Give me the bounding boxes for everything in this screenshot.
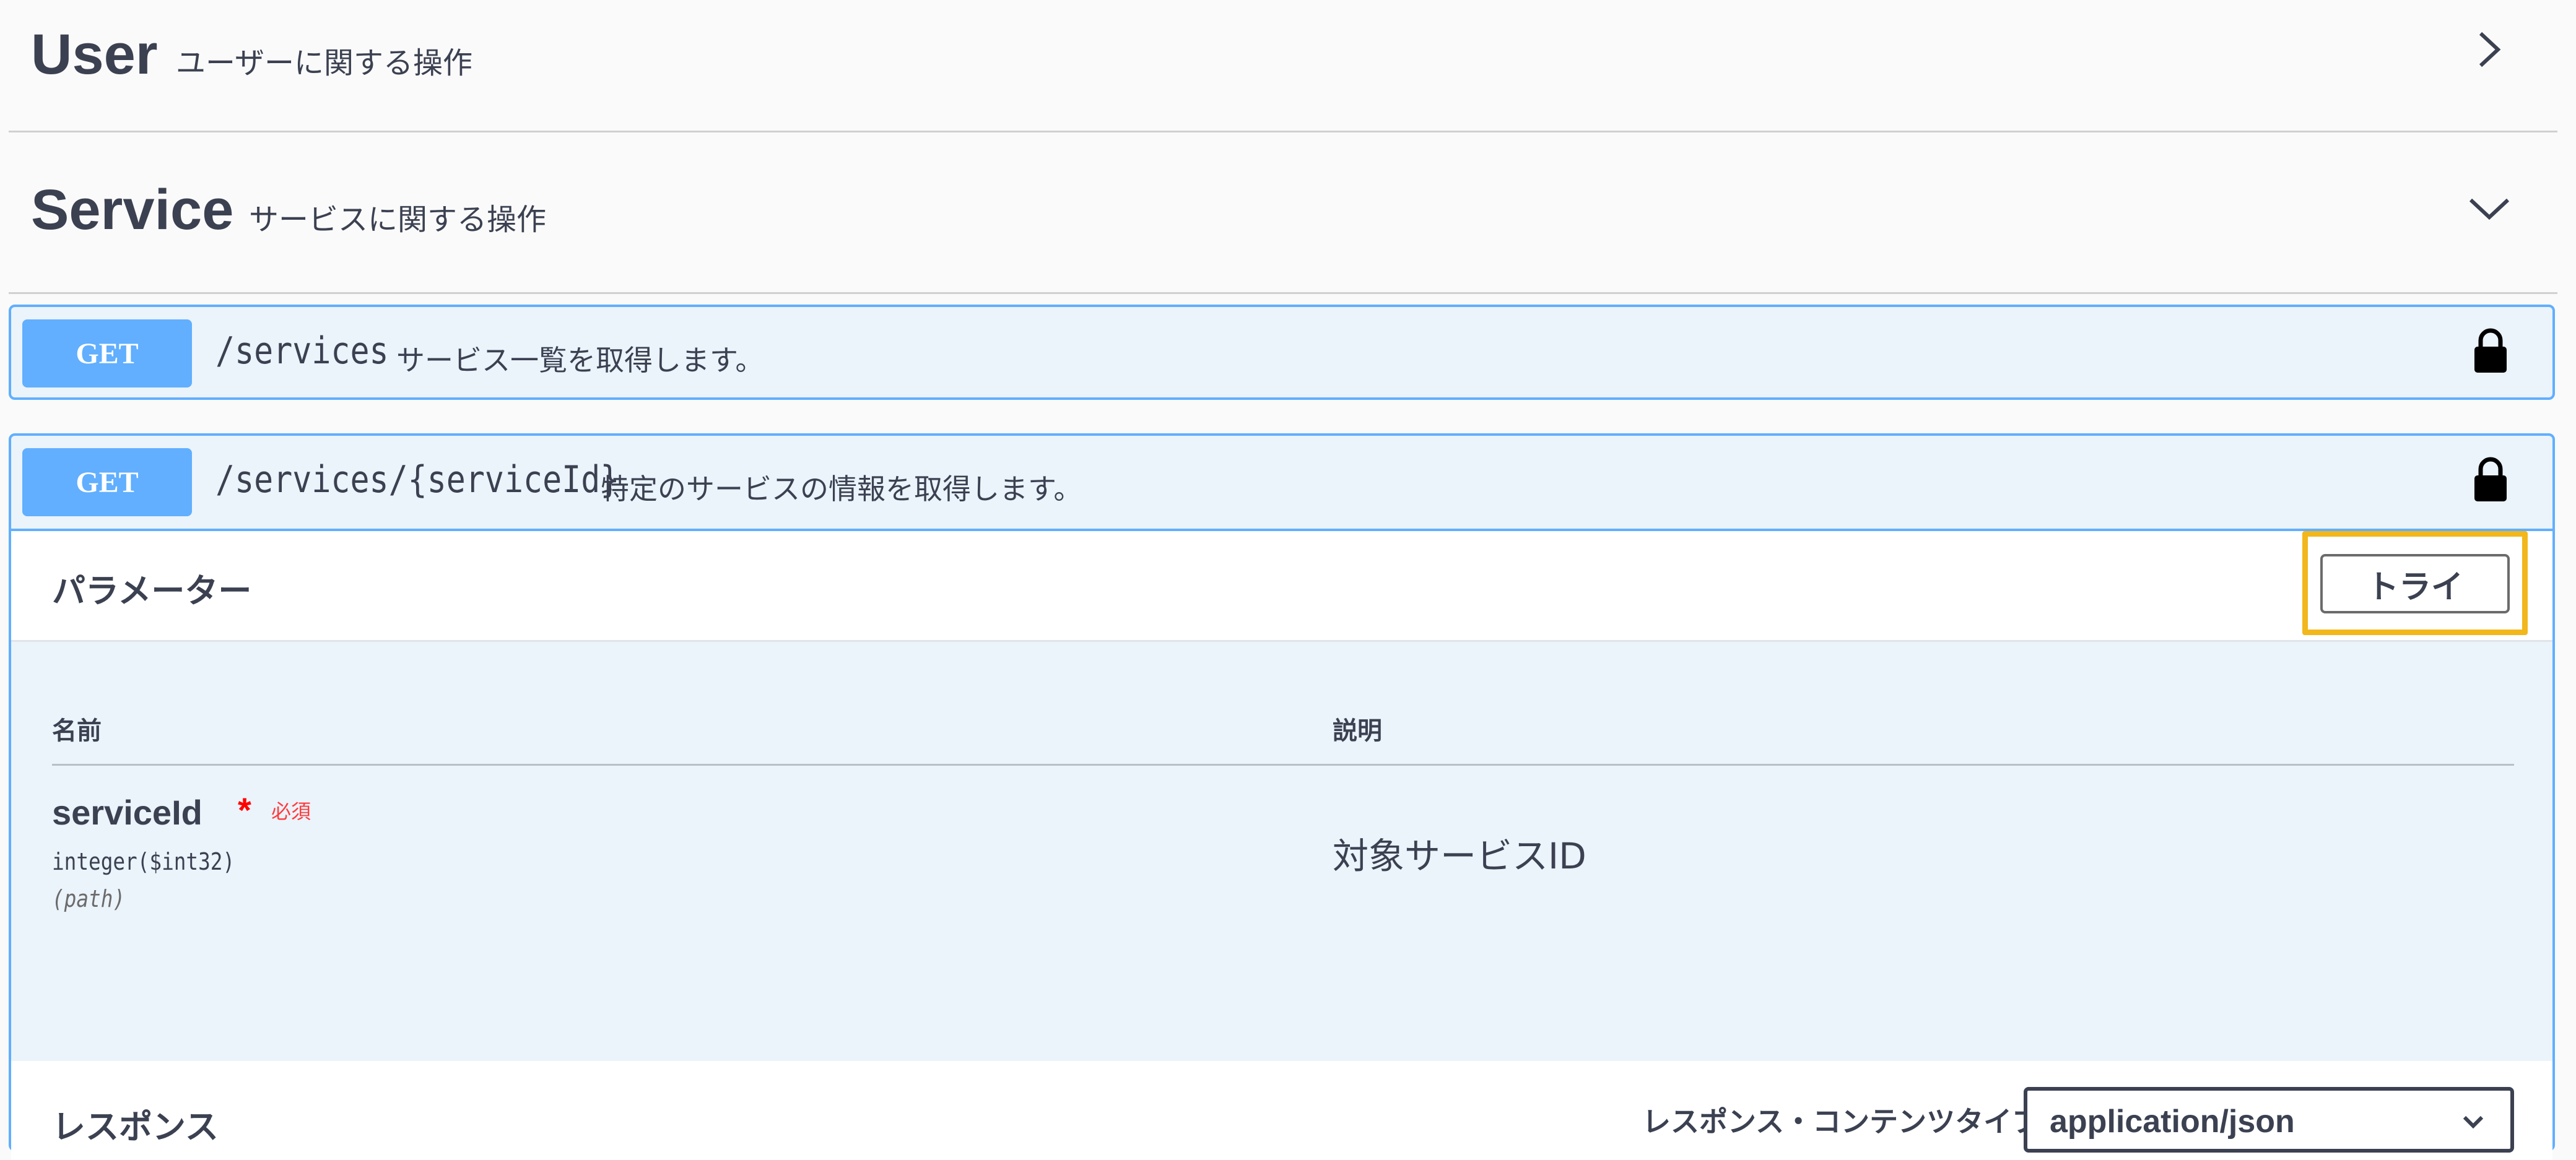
content-type-value: application/json: [2050, 1104, 2295, 1140]
parameter-type: integer($int32): [52, 848, 235, 875]
tag-description-service: サービスに関する操作: [249, 202, 547, 237]
operation-path: /services: [215, 329, 389, 373]
required-label: 必須: [271, 800, 311, 823]
operation-description: サービス一覧を取得します。: [396, 344, 764, 377]
responses-title: レスポンス: [52, 1107, 219, 1146]
lock-icon[interactable]: [2472, 327, 2509, 374]
chevron-right-icon[interactable]: [2465, 25, 2514, 74]
operation-get-services[interactable]: GET /services サービス一覧を取得します。: [9, 305, 2555, 400]
tag-description-user: ユーザーに関する操作: [176, 46, 473, 80]
operation-get-service-by-id[interactable]: GET /services/{serviceId} 特定のサービスの情報を取得し…: [9, 433, 2555, 1160]
parameters-header: パラメーター トライ: [11, 531, 2552, 642]
content-type-select[interactable]: application/json: [2024, 1087, 2514, 1153]
try-it-out-button[interactable]: トライ: [2320, 554, 2510, 613]
tag-title-user: User: [31, 23, 158, 86]
operation-path: /services/{serviceId}: [215, 458, 620, 501]
column-header-name: 名前: [52, 717, 102, 745]
tag-section-service[interactable]: Service サービスに関する操作: [9, 159, 2557, 294]
parameter-location: (path): [52, 885, 126, 912]
parameters-title: パラメーター: [52, 571, 252, 610]
operation-summary[interactable]: GET /services サービス一覧を取得します。: [11, 307, 2552, 399]
chevron-down-icon[interactable]: [2465, 184, 2514, 233]
table-divider: [52, 764, 2514, 766]
tag-title-service: Service: [31, 178, 234, 241]
lock-icon[interactable]: [2472, 456, 2509, 503]
parameter-name: serviceId: [52, 793, 202, 832]
try-button-highlight: トライ: [2302, 531, 2528, 635]
method-badge: GET: [22, 319, 192, 387]
method-badge: GET: [22, 448, 192, 516]
chevron-down-icon: [2463, 1115, 2484, 1129]
parameter-description: 対象サービスID: [1333, 835, 1586, 877]
content-type-label: レスポンス・コンテンツタイプ: [1642, 1105, 2041, 1138]
operation-description: 特定のサービスの情報を取得します。: [601, 472, 1082, 506]
tag-section-user[interactable]: User ユーザーに関する操作: [9, 0, 2557, 132]
responses-header: レスポンス レスポンス・コンテンツタイプ application/json: [11, 1061, 2552, 1160]
required-star: *: [238, 790, 251, 829]
operation-summary[interactable]: GET /services/{serviceId} 特定のサービスの情報を取得し…: [11, 436, 2552, 531]
column-header-description: 説明: [1333, 717, 1382, 745]
